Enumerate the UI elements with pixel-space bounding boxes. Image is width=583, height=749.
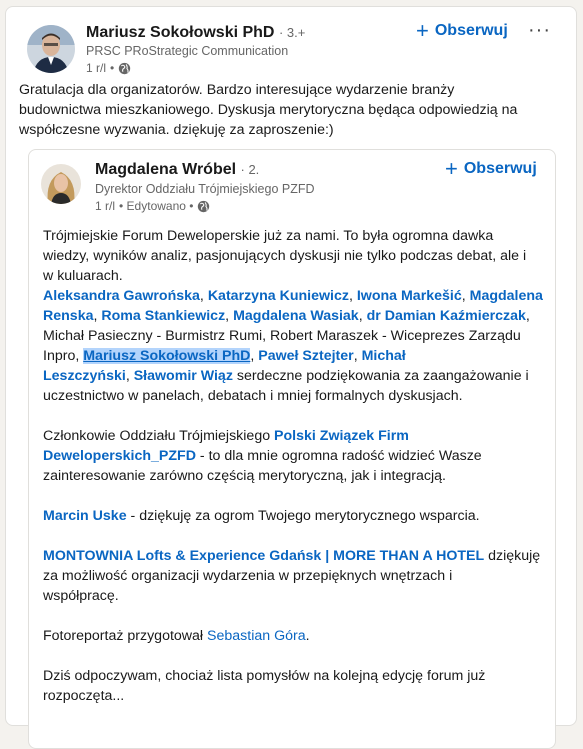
reshared-text-line: Trójmiejskie Forum Deweloperskie już za … bbox=[43, 228, 494, 244]
reshared-author-headline: Dyrektor Oddziału Trójmiejskiego PZFD bbox=[95, 182, 315, 196]
mentions-line: Deweloperskich_PZFD - to dla mnie ogromn… bbox=[43, 446, 543, 466]
mentions-line: Inpro, Mariusz Sokołowski PhD, Paweł Szt… bbox=[43, 346, 543, 366]
mention-link[interactable]: Katarzyna Kuniewicz bbox=[208, 288, 349, 304]
follow-label: Obserwuj bbox=[434, 22, 508, 39]
text-fragment: dziękuję bbox=[484, 548, 541, 564]
mentions-line: Fotoreportaż przygotował Sebastian Góra. bbox=[43, 626, 543, 646]
mention-link[interactable]: Sławomir Wiąz bbox=[134, 368, 233, 384]
more-options-icon[interactable]: ··· bbox=[528, 19, 551, 42]
edited-label: • Edytowano • bbox=[119, 199, 194, 213]
reshared-post-time: 1 r/l bbox=[95, 199, 116, 213]
text-fragment: . bbox=[305, 628, 310, 644]
reshared-text-line: w kuluarach. bbox=[43, 268, 123, 284]
post-time: 1 r/l bbox=[86, 61, 107, 75]
company-mention-link[interactable]: Polski Związek Firm bbox=[274, 428, 409, 444]
separator: , bbox=[225, 308, 234, 324]
mentions-line: Leszczyński, Sławomir Wiąz serdeczne pod… bbox=[43, 366, 543, 386]
reshared-text-line: uczestnictwo w panelach, debatach i mnie… bbox=[43, 388, 463, 404]
mentions-line: Marcin Uske - dziękuję za ogrom Twojego … bbox=[43, 506, 543, 526]
mention-link[interactable]: Aleksandra Gawrońska bbox=[43, 288, 200, 304]
follow-button[interactable]: + Obserwuj bbox=[416, 18, 508, 43]
text-fragment: Członkowie Oddziału Trójmiejskiego bbox=[43, 428, 275, 444]
company-mention-link[interactable]: Deweloperskich_PZFD bbox=[43, 448, 196, 464]
mentions-line: MONTOWNIA Lofts & Experience Gdańsk | MO… bbox=[43, 546, 543, 566]
mentions-line: Członkowie Oddziału Trójmiejskiego Polsk… bbox=[43, 426, 543, 446]
separator: , bbox=[348, 288, 357, 304]
connection-degree: · 3.+ bbox=[278, 25, 306, 40]
globe-icon bbox=[197, 200, 210, 213]
separator: , bbox=[353, 348, 362, 364]
mention-link[interactable]: Sebastian Góra bbox=[207, 628, 306, 644]
reshared-post-meta: 1 r/l • Edytowano • bbox=[95, 199, 210, 213]
mention-link[interactable]: Marcin Uske bbox=[43, 508, 127, 524]
reshared-text-line: rozpoczęta... bbox=[43, 688, 125, 704]
follow-label: Obserwuj bbox=[463, 160, 537, 177]
feed-post-card: Mariusz Sokołowski PhD · 3.+ PRSC PRoStr… bbox=[5, 6, 577, 749]
mention-link[interactable]: Iwona Markešić bbox=[357, 288, 462, 304]
globe-icon bbox=[118, 62, 131, 75]
separator: , bbox=[199, 288, 208, 304]
mentions-line: Aleksandra Gawrońska, Katarzyna Kuniewic… bbox=[43, 286, 543, 306]
company-mention-link[interactable]: MONTOWNIA Lofts & Experience Gdańsk | MO… bbox=[43, 548, 484, 564]
mentions-line: Renska, Roma Stankiewicz, Magdalena Wasi… bbox=[43, 306, 543, 326]
author-headline: PRSC PRoStrategic Communication bbox=[86, 44, 289, 58]
mention-link[interactable]: Roma Stankiewicz bbox=[101, 308, 225, 324]
mention-link[interactable]: Renska bbox=[43, 308, 93, 324]
text-fragment: serdeczne podziękowania za zaangażowanie… bbox=[232, 368, 529, 384]
meta-separator: • bbox=[110, 61, 115, 75]
plus-icon: + bbox=[445, 156, 458, 181]
plus-icon: + bbox=[416, 18, 429, 43]
reshared-text-line: współpracę. bbox=[43, 588, 119, 604]
reshared-text-line: Michał Pasieczny - Burmistrz Rumi, Rober… bbox=[43, 328, 521, 344]
mention-link[interactable]: Michał bbox=[362, 348, 406, 364]
mention-link[interactable]: Magdalena bbox=[470, 288, 543, 304]
text-fragment: Inpro, bbox=[43, 348, 84, 364]
post-text-line: Gratulacja dla organizatorów. Bardzo int… bbox=[19, 82, 455, 98]
reshared-author-avatar[interactable] bbox=[41, 164, 81, 204]
mention-link[interactable]: Magdalena Wasiak bbox=[233, 308, 359, 324]
mention-link-highlighted[interactable]: Mariusz Sokołowski PhD bbox=[83, 348, 251, 364]
separator: , bbox=[525, 308, 530, 324]
reshared-text-line: zainteresowanie zarówno częścią merytory… bbox=[43, 468, 446, 484]
post-text-line: budownictwa mieszkaniowego. Dyskusja mer… bbox=[19, 102, 518, 118]
text-fragment: - dziękuję za ogrom Twojego merytoryczne… bbox=[126, 508, 480, 524]
post-meta: 1 r/l • bbox=[86, 61, 131, 75]
reshared-connection-degree: · 2. bbox=[240, 162, 260, 177]
reshared-text-line: Dziś odpoczywam, chociaż lista pomysłów … bbox=[43, 668, 486, 684]
reshared-text-line: wiedzy, wyników analiz, pasjonujących dy… bbox=[43, 248, 527, 264]
separator: , bbox=[125, 368, 134, 384]
reshared-author-name[interactable]: Magdalena Wróbel · 2. bbox=[95, 161, 259, 179]
post-text: Gratulacja dla organizatorów. Bardzo int… bbox=[19, 80, 569, 140]
text-fragment: - to dla mnie ogromna radość widzieć Was… bbox=[195, 448, 482, 464]
separator: , bbox=[461, 288, 470, 304]
reshared-follow-button[interactable]: + Obserwuj bbox=[445, 156, 537, 181]
author-avatar[interactable] bbox=[27, 25, 75, 73]
text-fragment: Fotoreportaż przygotował bbox=[43, 628, 208, 644]
mention-link[interactable]: Leszczyński bbox=[43, 368, 126, 384]
reshared-post[interactable]: Magdalena Wróbel · 2. Dyrektor Oddziału … bbox=[28, 149, 556, 749]
reshared-text-line: za możliwość organizacji wydarzenia w pr… bbox=[43, 568, 453, 584]
mention-link[interactable]: dr Damian Kaźmierczak bbox=[367, 308, 526, 324]
separator: , bbox=[358, 308, 367, 324]
post-text-line: współczesne wyzwania. dziękuję za zapros… bbox=[19, 122, 334, 138]
author-name[interactable]: Mariusz Sokołowski PhD · 3.+ bbox=[86, 24, 305, 42]
mention-link[interactable]: Paweł Sztejter bbox=[258, 348, 353, 364]
